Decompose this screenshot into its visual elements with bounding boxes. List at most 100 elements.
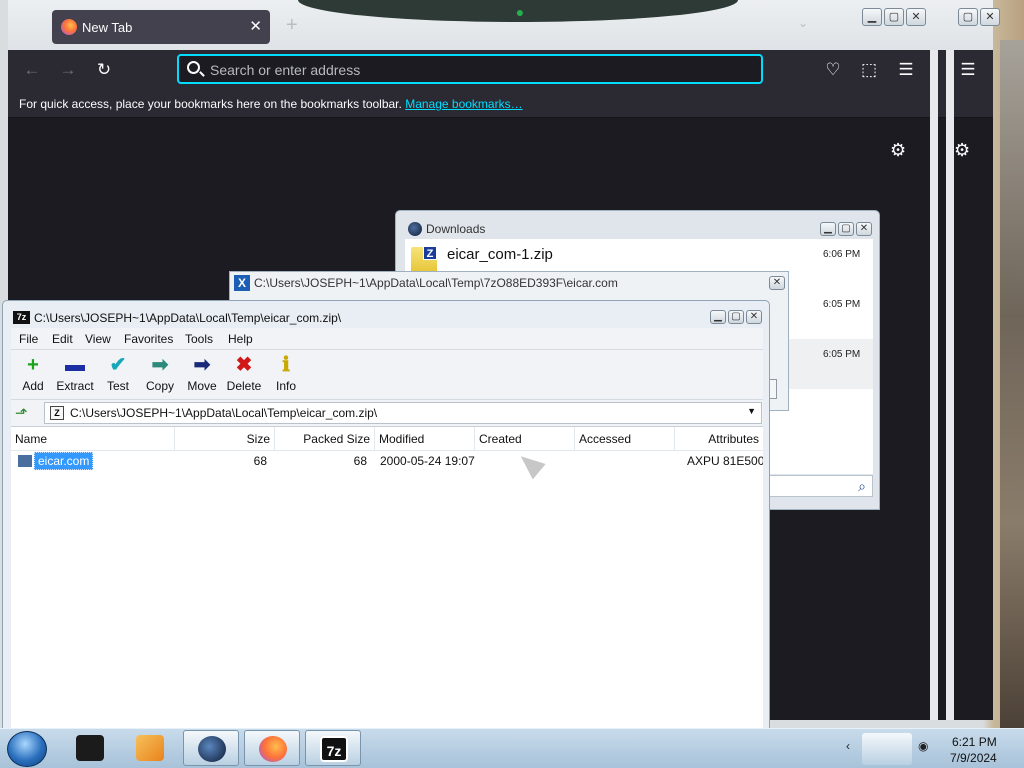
desktop-wallpaper-strip xyxy=(1000,40,1024,730)
info-icon: ℹ xyxy=(282,354,290,376)
download-time: 6:06 PM xyxy=(823,249,861,260)
column-accessed[interactable]: Accessed xyxy=(575,427,675,451)
folder-up-icon[interactable]: ⬏ xyxy=(15,404,28,422)
title-indicator-icon: ● xyxy=(515,4,525,20)
maximize-button[interactable]: ▢ xyxy=(838,222,854,236)
column-attributes[interactable]: Attributes xyxy=(675,427,763,451)
forward-button[interactable]: → xyxy=(56,59,80,81)
close-button[interactable]: ✕ xyxy=(746,310,762,324)
info-button[interactable]: ℹ Info xyxy=(266,353,306,397)
app-menu-button[interactable]: ☰ xyxy=(894,59,918,81)
reload-button[interactable]: ↻ xyxy=(92,59,116,81)
copy-button[interactable]: ➡ Copy xyxy=(140,353,180,397)
window-edge xyxy=(930,50,938,720)
extract-icon: ▬ xyxy=(65,354,85,376)
gear-icon[interactable]: ⚙ xyxy=(954,140,970,161)
test-label: Test xyxy=(106,379,129,393)
7zip-icon: 7z xyxy=(320,736,348,762)
7zip-window: 7z C:\Users\JOSEPH~1\AppData\Local\Temp\… xyxy=(2,300,770,732)
window-controls: ▁ ▢ ✕ xyxy=(710,310,762,324)
media-player-icon xyxy=(136,735,164,761)
bookmarks-toolbar: For quick access, place your bookmarks h… xyxy=(8,90,993,118)
taskbar: 7z ‹ ◉ 6:21 PM 7/9/2024 xyxy=(0,728,1024,768)
taskbar-item-7zip[interactable]: 7z xyxy=(305,730,361,766)
minimize-button[interactable]: ▁ xyxy=(820,222,836,236)
column-headers: Name Size Packed Size Modified Created A… xyxy=(11,427,763,451)
menu-favorites[interactable]: Favorites xyxy=(124,332,173,346)
start-button[interactable] xyxy=(7,731,47,767)
close-button[interactable]: ✕ xyxy=(856,222,872,236)
window-title: C:\Users\JOSEPH~1\AppData\Local\Temp\7zO… xyxy=(254,276,618,290)
window-controls: ✕ xyxy=(769,276,785,290)
add-icon: + xyxy=(27,354,39,376)
close-button[interactable]: ✕ xyxy=(980,8,1000,26)
chevron-down-icon[interactable]: ▼ xyxy=(747,406,756,416)
menu-view[interactable]: View xyxy=(85,332,111,346)
move-button[interactable]: ➡ Move xyxy=(182,353,222,397)
taskbar-item-firefox[interactable] xyxy=(244,730,300,766)
close-button[interactable]: ✕ xyxy=(769,276,785,290)
menu-help[interactable]: Help xyxy=(228,332,253,346)
bookmarks-hint: For quick access, place your bookmarks h… xyxy=(19,97,523,111)
tray-expand-icon[interactable]: ‹ xyxy=(846,739,850,753)
window-controls: ▁ ▢ ✕ xyxy=(820,222,872,236)
tab-new-tab[interactable]: New Tab ✕ xyxy=(52,10,270,44)
maximize-button[interactable]: ▢ xyxy=(728,310,744,324)
copy-label: Copy xyxy=(145,379,174,393)
minimize-button[interactable]: ▁ xyxy=(710,310,726,324)
delete-button[interactable]: ✖ Delete xyxy=(224,353,264,397)
window-controls: ▁ ▢ ✕ xyxy=(862,8,926,26)
extract-label: Extract xyxy=(56,379,94,393)
path-field[interactable]: Z C:\Users\JOSEPH~1\AppData\Local\Temp\e… xyxy=(44,402,762,424)
address-bar: ⬏ Z C:\Users\JOSEPH~1\AppData\Local\Temp… xyxy=(11,400,763,426)
extract-button[interactable]: ▬ Extract xyxy=(55,353,95,397)
manage-bookmarks-link[interactable]: Manage bookmarks… xyxy=(405,97,522,111)
file-name[interactable]: eicar.com xyxy=(34,452,94,470)
menu-edit[interactable]: Edit xyxy=(52,332,73,346)
test-button[interactable]: ✔ Test xyxy=(98,353,138,397)
tray-app-icon[interactable] xyxy=(862,733,912,765)
url-bar[interactable]: Search or enter address xyxy=(177,54,763,84)
column-name[interactable]: Name xyxy=(11,427,175,451)
chevron-down-icon[interactable]: ⌄ xyxy=(798,16,808,30)
window-title: C:\Users\JOSEPH~1\AppData\Local\Temp\eic… xyxy=(34,311,342,325)
delete-label: Delete xyxy=(226,379,262,393)
close-button[interactable]: ✕ xyxy=(906,8,926,26)
url-placeholder: Search or enter address xyxy=(210,62,361,78)
delete-icon: ✖ xyxy=(235,354,253,376)
add-button[interactable]: + Add xyxy=(13,353,53,397)
app-menu-button-2[interactable]: ☰ xyxy=(956,59,980,81)
taskbar-item-explorer[interactable] xyxy=(62,730,118,766)
taskbar-item-media-player[interactable] xyxy=(122,730,178,766)
gear-icon[interactable]: ⚙ xyxy=(890,140,906,161)
7zip-logo-icon: 7z xyxy=(13,311,30,324)
file-icon xyxy=(18,455,32,467)
clock-time[interactable]: 6:21 PM xyxy=(952,735,997,749)
column-size[interactable]: Size xyxy=(175,427,275,451)
test-icon: ✔ xyxy=(109,354,127,376)
back-button[interactable]: ← xyxy=(20,59,44,81)
clock-date[interactable]: 7/9/2024 xyxy=(950,751,997,765)
table-row[interactable]: eicar.com 68 68 2000-05-24 19:07 AXPU 81… xyxy=(11,451,763,471)
minimize-button[interactable]: ▁ xyxy=(862,8,882,26)
network-icon[interactable]: ◉ xyxy=(918,739,928,753)
file-list: Name Size Packed Size Modified Created A… xyxy=(11,426,763,731)
pocket-button[interactable]: ♡ xyxy=(821,59,845,81)
navigation-toolbar: ← → ↻ Search or enter address ♡ ⬚ ☰ ☰ xyxy=(8,50,993,90)
tab-label: New Tab xyxy=(82,20,133,35)
column-modified[interactable]: Modified xyxy=(375,427,475,451)
menu-tools[interactable]: Tools xyxy=(185,332,213,346)
extensions-button[interactable]: ⬚ xyxy=(857,59,881,81)
column-packed-size[interactable]: Packed Size xyxy=(275,427,375,451)
menu-file[interactable]: File xyxy=(19,332,38,346)
maximize-button[interactable]: ▢ xyxy=(884,8,904,26)
taskbar-item-browser[interactable] xyxy=(183,730,239,766)
window-edge xyxy=(946,50,954,720)
file-attributes: AXPU 81E5000 xyxy=(687,454,763,468)
column-created[interactable]: Created xyxy=(475,427,575,451)
new-tab-button[interactable]: + xyxy=(286,14,298,37)
close-tab-icon[interactable]: ✕ xyxy=(249,17,262,35)
move-icon: ➡ xyxy=(193,354,211,376)
maximize-button[interactable]: ▢ xyxy=(958,8,978,26)
move-label: Move xyxy=(187,379,217,393)
